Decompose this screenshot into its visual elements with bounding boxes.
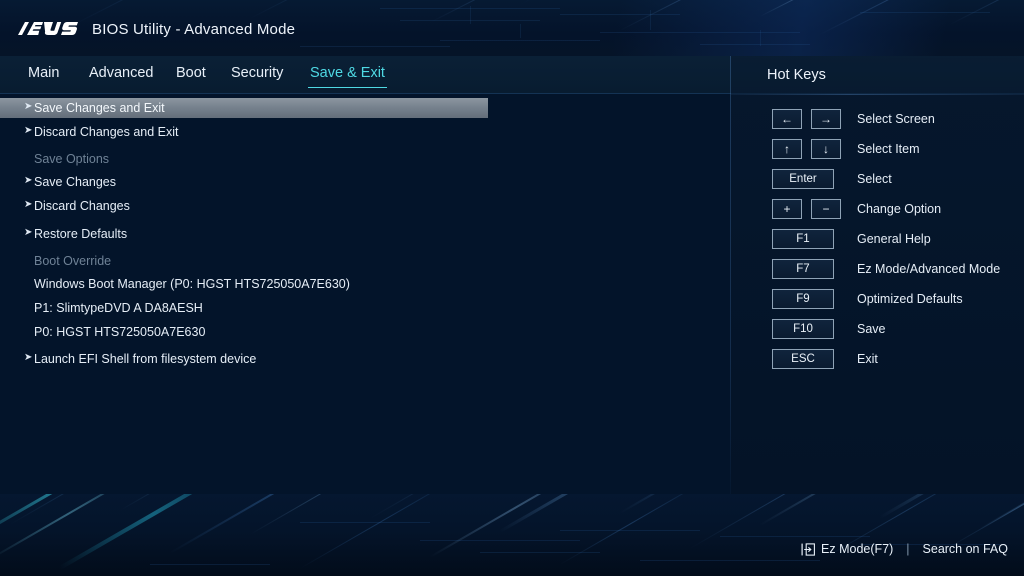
chevron-right-icon: ➤ <box>24 101 33 112</box>
hot-keys-rule <box>731 94 1024 95</box>
hotkey-row-select-item: ↑ ↓ Select Item <box>731 134 1024 164</box>
menu-item-label: P1: SlimtypeDVD A DA8AESH <box>34 301 203 315</box>
hotkey-label: Save <box>857 322 886 336</box>
keycap-F1: F1 <box>772 229 834 249</box>
keycap-group: F10 <box>772 319 834 339</box>
tab-save-exit[interactable]: Save & Exit <box>308 65 387 88</box>
keycap-F10: F10 <box>772 319 834 339</box>
section-header-boot-override: Boot Override <box>0 251 730 271</box>
keycap-: ↓ <box>811 139 841 159</box>
footer-separator: | <box>906 542 910 556</box>
menu-item-launch-efi-shell-from-filesystem-device[interactable]: ➤ Launch EFI Shell from filesystem device <box>0 349 730 369</box>
tab-advanced[interactable]: Advanced <box>89 65 154 85</box>
menu-item-p0-hgst-hts725050a7e630[interactable]: P0: HGST HTS725050A7E630 <box>0 322 730 342</box>
menu-item-label: Launch EFI Shell from filesystem device <box>34 352 257 366</box>
hotkey-label: Change Option <box>857 202 942 216</box>
hotkey-label: General Help <box>857 232 931 246</box>
menu-item-discard-changes-and-exit[interactable]: ➤ Discard Changes and Exit <box>0 122 730 142</box>
chevron-right-icon: ➤ <box>24 125 33 136</box>
keycap-: + <box>772 199 802 219</box>
keycap-group: Enter <box>772 169 834 189</box>
keycap-group: F1 <box>772 229 834 249</box>
hotkey-row-select-screen: ← → Select Screen <box>731 104 1024 134</box>
keycap-: ↑ <box>772 139 802 159</box>
chevron-right-icon: ➤ <box>24 199 33 210</box>
tab-boot[interactable]: Boot <box>176 65 206 85</box>
keycap-group: ↑ ↓ <box>772 139 841 159</box>
hot-keys-panel: Hot Keys ← → Select Screen ↑ ↓ Select Item Ent… <box>731 56 1024 494</box>
bios-screen: BIOS Utility - Advanced Mode Main Advance… <box>0 0 1024 576</box>
menu-item-save-changes-and-exit[interactable]: ➤ Save Changes and Exit <box>0 98 488 118</box>
chevron-right-icon: ➤ <box>24 227 33 238</box>
keycap-: ← <box>772 109 802 129</box>
header-bar: BIOS Utility - Advanced Mode <box>0 0 1024 56</box>
hotkey-label: Select Screen <box>857 112 935 126</box>
footer-links: Ez Mode(F7) | Search on FAQ <box>801 542 1008 556</box>
main-content: ➤ Save Changes and Exit ➤ Discard Changes a… <box>0 94 730 566</box>
menu-item-label: Save Changes <box>34 175 117 189</box>
keycap-Enter: Enter <box>772 169 834 189</box>
hotkey-label: Exit <box>857 352 878 366</box>
hotkey-row-select: Enter Select <box>731 164 1024 194</box>
hotkey-label: Ez Mode/Advanced Mode <box>857 262 1001 276</box>
hotkey-row-general-help: F1 General Help <box>731 224 1024 254</box>
menu-item-label: Windows Boot Manager (P0: HGST HTS725050… <box>34 277 350 291</box>
keycap-group: F7 <box>772 259 834 279</box>
menu-item-label: Discard Changes <box>34 199 130 213</box>
keycap-: − <box>811 199 841 219</box>
hotkey-label: Optimized Defaults <box>857 292 963 306</box>
keycap-: → <box>811 109 841 129</box>
section-header-save-options: Save Options <box>0 149 730 169</box>
keycap-group: ← → <box>772 109 841 129</box>
hotkey-row-save: F10 Save <box>731 314 1024 344</box>
ez-mode-link[interactable]: Ez Mode(F7) <box>821 542 893 556</box>
ez-mode-icon <box>801 542 815 556</box>
menu-item-p1-slimtypedvd-a-da8aesh[interactable]: P1: SlimtypeDVD A DA8AESH <box>0 298 730 318</box>
keycap-group: F9 <box>772 289 834 309</box>
hotkey-row-optimized-defaults: F9 Optimized Defaults <box>731 284 1024 314</box>
menu-item-label: Save Options <box>34 152 110 166</box>
page-title: BIOS Utility - Advanced Mode <box>92 21 296 38</box>
bottom-band <box>0 494 1024 576</box>
keycap-F9: F9 <box>772 289 834 309</box>
menu-item-label: P0: HGST HTS725050A7E630 <box>34 325 206 339</box>
hotkey-label: Select <box>857 172 892 186</box>
menu-item-label: Save Changes and Exit <box>34 101 165 115</box>
keycap-ESC: ESC <box>772 349 834 369</box>
chevron-right-icon: ➤ <box>24 175 33 186</box>
hotkey-label: Select Item <box>857 142 920 156</box>
keycap-group: ESC <box>772 349 834 369</box>
search-faq-link[interactable]: Search on FAQ <box>923 542 1008 556</box>
menu-item-save-changes[interactable]: ➤ Save Changes <box>0 172 730 192</box>
hotkey-row-exit: ESC Exit <box>731 344 1024 374</box>
asus-logo <box>16 20 80 38</box>
menu-item-restore-defaults[interactable]: ➤ Restore Defaults <box>0 224 730 244</box>
keycap-group: + − <box>772 199 841 219</box>
hotkey-row-change-option: + − Change Option <box>731 194 1024 224</box>
hotkey-row-ez-mode-advanced-mode: F7 Ez Mode/Advanced Mode <box>731 254 1024 284</box>
keycap-F7: F7 <box>772 259 834 279</box>
menu-item-label: Restore Defaults <box>34 227 128 241</box>
hot-keys-title: Hot Keys <box>767 67 826 83</box>
menu-item-label: Discard Changes and Exit <box>34 125 179 139</box>
tab-security[interactable]: Security <box>231 65 283 85</box>
tab-main[interactable]: Main <box>28 65 59 85</box>
menu-item-windows-boot-manager-p0-hgst-hts725050a7[interactable]: Windows Boot Manager (P0: HGST HTS725050… <box>0 274 730 294</box>
menu-item-label: Boot Override <box>34 254 112 268</box>
menu-item-discard-changes[interactable]: ➤ Discard Changes <box>0 196 730 216</box>
chevron-right-icon: ➤ <box>24 352 33 363</box>
